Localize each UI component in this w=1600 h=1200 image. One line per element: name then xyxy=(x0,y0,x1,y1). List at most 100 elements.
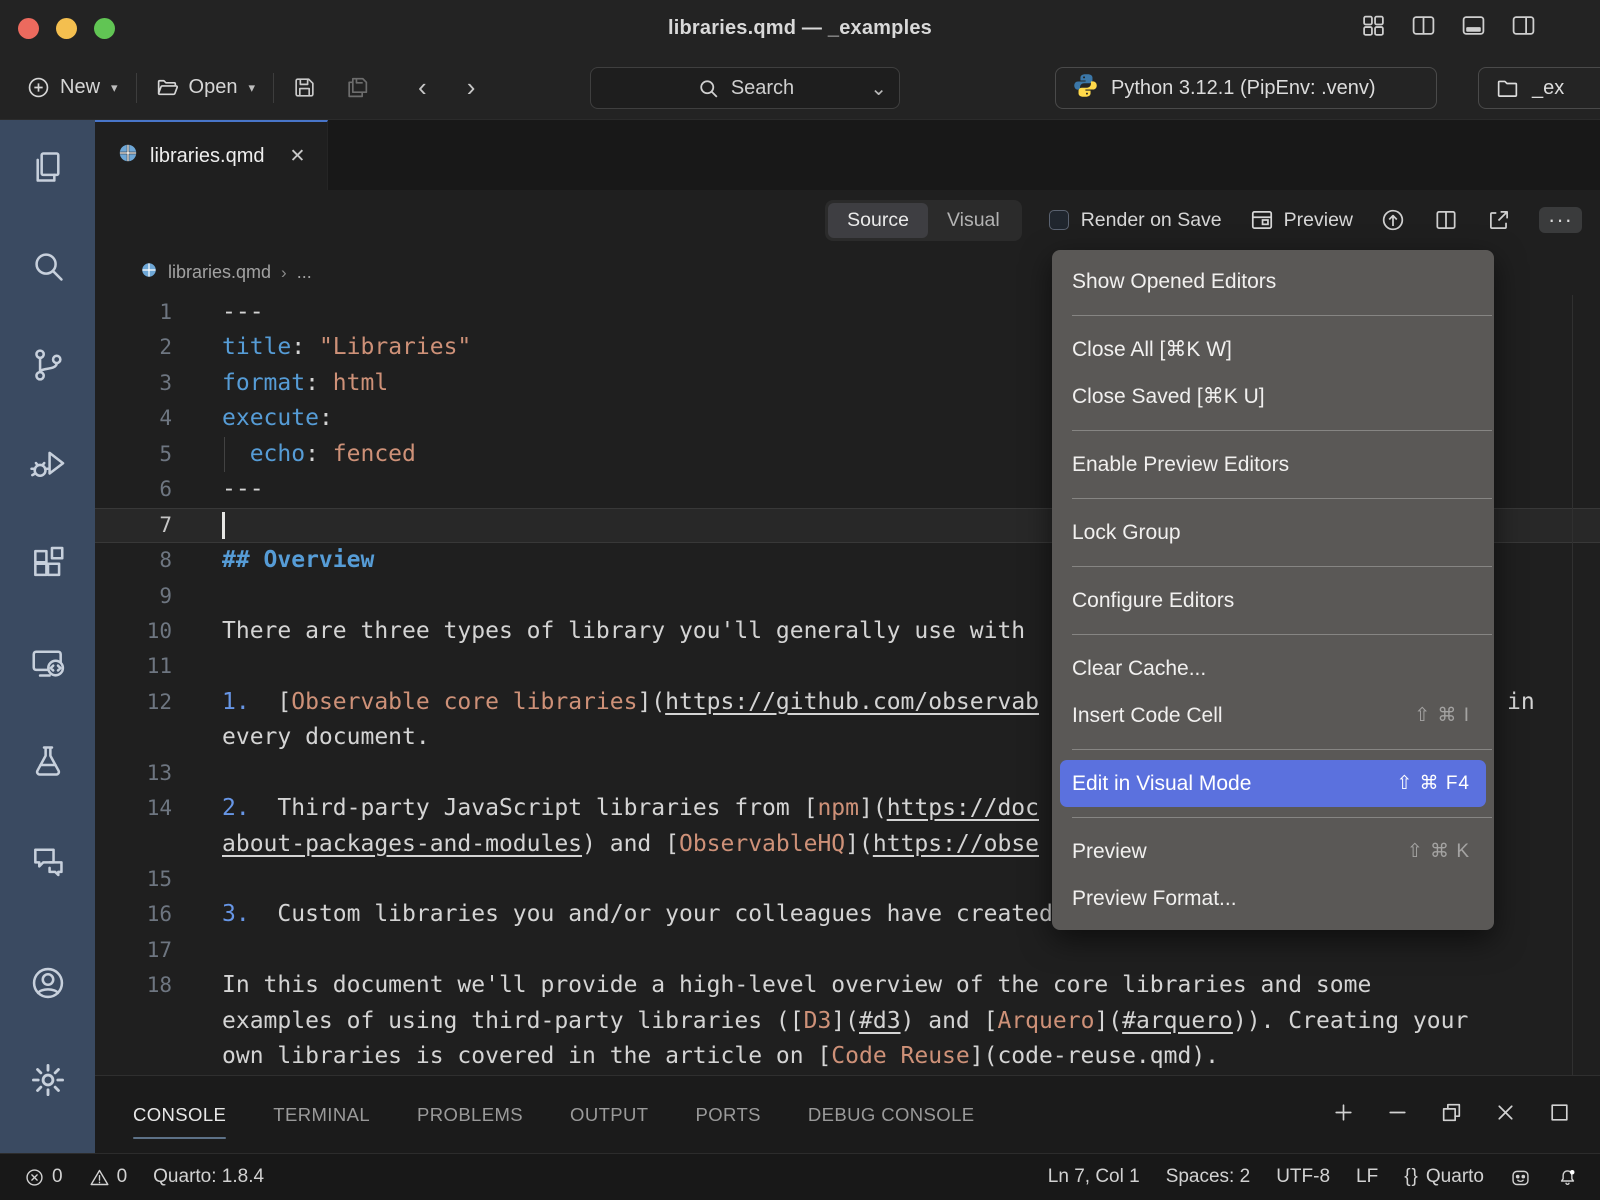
account-icon[interactable] xyxy=(29,964,67,1007)
maximize-icon[interactable] xyxy=(1547,1100,1572,1130)
split-editor-layout-icon[interactable] xyxy=(1411,13,1436,43)
code-line[interactable]: 18In this document we'll provide a high-… xyxy=(95,968,1600,1003)
toggle-panel-icon[interactable] xyxy=(1461,13,1486,43)
quarto-file-icon xyxy=(140,261,158,284)
minimize-window-button[interactable] xyxy=(56,18,77,39)
editor-action-bar: Source Visual Render on Save Preview ··· xyxy=(95,190,1600,250)
line-number: 14 xyxy=(95,791,172,826)
python-logo-icon xyxy=(1072,72,1099,105)
plus-icon[interactable] xyxy=(1331,1100,1356,1130)
back-icon[interactable]: ‹ xyxy=(418,72,427,103)
open-folder-icon xyxy=(155,75,180,100)
status-feedback[interactable] xyxy=(1510,1167,1531,1188)
source-control-icon[interactable] xyxy=(29,346,67,389)
status-indentation[interactable]: Spaces: 2 xyxy=(1166,1166,1251,1188)
run-debug-icon[interactable] xyxy=(29,445,67,488)
status-errors[interactable]: 0 xyxy=(24,1166,63,1188)
visual-mode-button[interactable]: Visual xyxy=(928,203,1019,238)
menu-item-show-opened-editors[interactable]: Show Opened Editors xyxy=(1052,258,1494,305)
preview-button[interactable]: Preview xyxy=(1249,207,1353,233)
new-label: New xyxy=(60,76,100,99)
breadcrumb-symbol[interactable]: ... xyxy=(297,262,312,283)
indent-guide xyxy=(224,437,225,472)
line-number: 11 xyxy=(95,649,172,684)
status-notifications[interactable] xyxy=(1557,1167,1578,1188)
status-warnings[interactable]: 0 xyxy=(89,1166,128,1188)
workspace-selector[interactable]: _ex xyxy=(1478,67,1600,109)
menu-separator xyxy=(1072,430,1492,431)
status-cursor-position[interactable]: Ln 7, Col 1 xyxy=(1048,1166,1140,1188)
menu-item-configure-editors[interactable]: Configure Editors xyxy=(1052,577,1494,624)
source-visual-toggle: Source Visual xyxy=(825,200,1022,241)
status-language-mode[interactable]: {}Quarto xyxy=(1404,1166,1484,1188)
customize-layout-icon[interactable] xyxy=(1361,13,1386,43)
forward-icon[interactable]: › xyxy=(467,72,476,103)
new-button[interactable]: New ▾ xyxy=(26,75,118,100)
search-chevron-down-icon[interactable]: ⌄ xyxy=(870,76,887,101)
explorer-icon[interactable] xyxy=(29,148,67,191)
panel-tab-problems[interactable]: PROBLEMS xyxy=(417,1076,523,1153)
restore-icon[interactable] xyxy=(1439,1100,1464,1130)
panel-tab-terminal[interactable]: TERMINAL xyxy=(273,1076,370,1153)
source-mode-button[interactable]: Source xyxy=(828,203,928,238)
comments-icon[interactable] xyxy=(29,841,67,884)
new-dropdown-caret-icon: ▾ xyxy=(111,80,118,96)
code-line[interactable]: own libraries is covered in the article … xyxy=(95,1039,1600,1074)
menu-item-close-saved-k-u[interactable]: Close Saved [⌘K U] xyxy=(1052,373,1494,420)
menu-item-shortcut: ⇧ ⌘ I xyxy=(1414,704,1470,727)
line-number: 7 xyxy=(95,508,172,543)
open-button[interactable]: Open ▾ xyxy=(155,75,255,100)
status-eol[interactable]: LF xyxy=(1356,1166,1378,1188)
open-in-new-window-icon[interactable] xyxy=(1486,207,1512,233)
line-number: 16 xyxy=(95,897,172,932)
search-input[interactable]: Search ⌄ xyxy=(590,67,900,109)
render-icon[interactable] xyxy=(1380,207,1406,233)
panel-tab-ports[interactable]: PORTS xyxy=(696,1076,761,1153)
toolbar-divider xyxy=(136,73,137,103)
split-editor-icon[interactable] xyxy=(1433,207,1459,233)
menu-item-close-all-k-w[interactable]: Close All [⌘K W] xyxy=(1052,326,1494,373)
menu-item-enable-preview-editors[interactable]: Enable Preview Editors xyxy=(1052,441,1494,488)
menu-item-edit-in-visual-mode[interactable]: Edit in Visual Mode⇧ ⌘ F4 xyxy=(1060,760,1486,807)
toggle-secondary-sidebar-icon[interactable] xyxy=(1511,13,1536,43)
save-all-icon[interactable] xyxy=(345,75,370,100)
menu-item-preview-format[interactable]: Preview Format... xyxy=(1052,875,1494,922)
menu-item-insert-code-cell[interactable]: Insert Code Cell⇧ ⌘ I xyxy=(1052,692,1494,739)
code-line[interactable]: 17 xyxy=(95,933,1600,968)
close-window-button[interactable] xyxy=(18,18,39,39)
status-encoding[interactable]: UTF-8 xyxy=(1276,1166,1330,1188)
tab-libraries-qmd[interactable]: libraries.qmd ✕ xyxy=(95,120,328,190)
breadcrumb-file[interactable]: libraries.qmd xyxy=(168,262,271,283)
menu-item-shortcut: ⇧ ⌘ K xyxy=(1407,840,1470,863)
settings-icon[interactable] xyxy=(29,1061,67,1104)
render-on-save-checkbox[interactable] xyxy=(1049,210,1069,230)
search-icon[interactable] xyxy=(29,247,67,290)
close-icon[interactable] xyxy=(1493,1100,1518,1130)
line-number: 12 xyxy=(95,685,172,720)
save-icon[interactable] xyxy=(292,75,317,100)
quarto-file-icon xyxy=(117,142,139,170)
panel-tab-console[interactable]: CONSOLE xyxy=(133,1076,226,1153)
menu-item-preview[interactable]: Preview⇧ ⌘ K xyxy=(1052,828,1494,875)
menu-separator xyxy=(1072,634,1492,635)
line-number: 18 xyxy=(95,968,172,1003)
testing-icon[interactable] xyxy=(29,742,67,785)
extensions-icon[interactable] xyxy=(29,544,67,587)
tab-close-icon[interactable]: ✕ xyxy=(289,145,305,168)
menu-separator xyxy=(1072,749,1492,750)
remote-explorer-icon[interactable] xyxy=(29,643,67,686)
breadcrumb-chevron-icon: › xyxy=(281,263,287,283)
menu-separator xyxy=(1072,498,1492,499)
interpreter-selector[interactable]: Python 3.12.1 (PipEnv: .venv) xyxy=(1055,67,1437,109)
menu-item-clear-cache[interactable]: Clear Cache... xyxy=(1052,645,1494,692)
panel-tab-debug-console[interactable]: DEBUG CONSOLE xyxy=(808,1076,975,1153)
zoom-window-button[interactable] xyxy=(94,18,115,39)
status-quarto-version[interactable]: Quarto: 1.8.4 xyxy=(153,1166,264,1188)
panel-tab-output[interactable]: OUTPUT xyxy=(570,1076,648,1153)
more-actions-button[interactable]: ··· xyxy=(1539,207,1582,233)
traffic-lights xyxy=(18,0,115,56)
code-line[interactable]: examples of using third-party libraries … xyxy=(95,1004,1600,1039)
error-icon xyxy=(24,1167,45,1188)
menu-item-lock-group[interactable]: Lock Group xyxy=(1052,509,1494,556)
minus-icon[interactable] xyxy=(1385,1100,1410,1130)
